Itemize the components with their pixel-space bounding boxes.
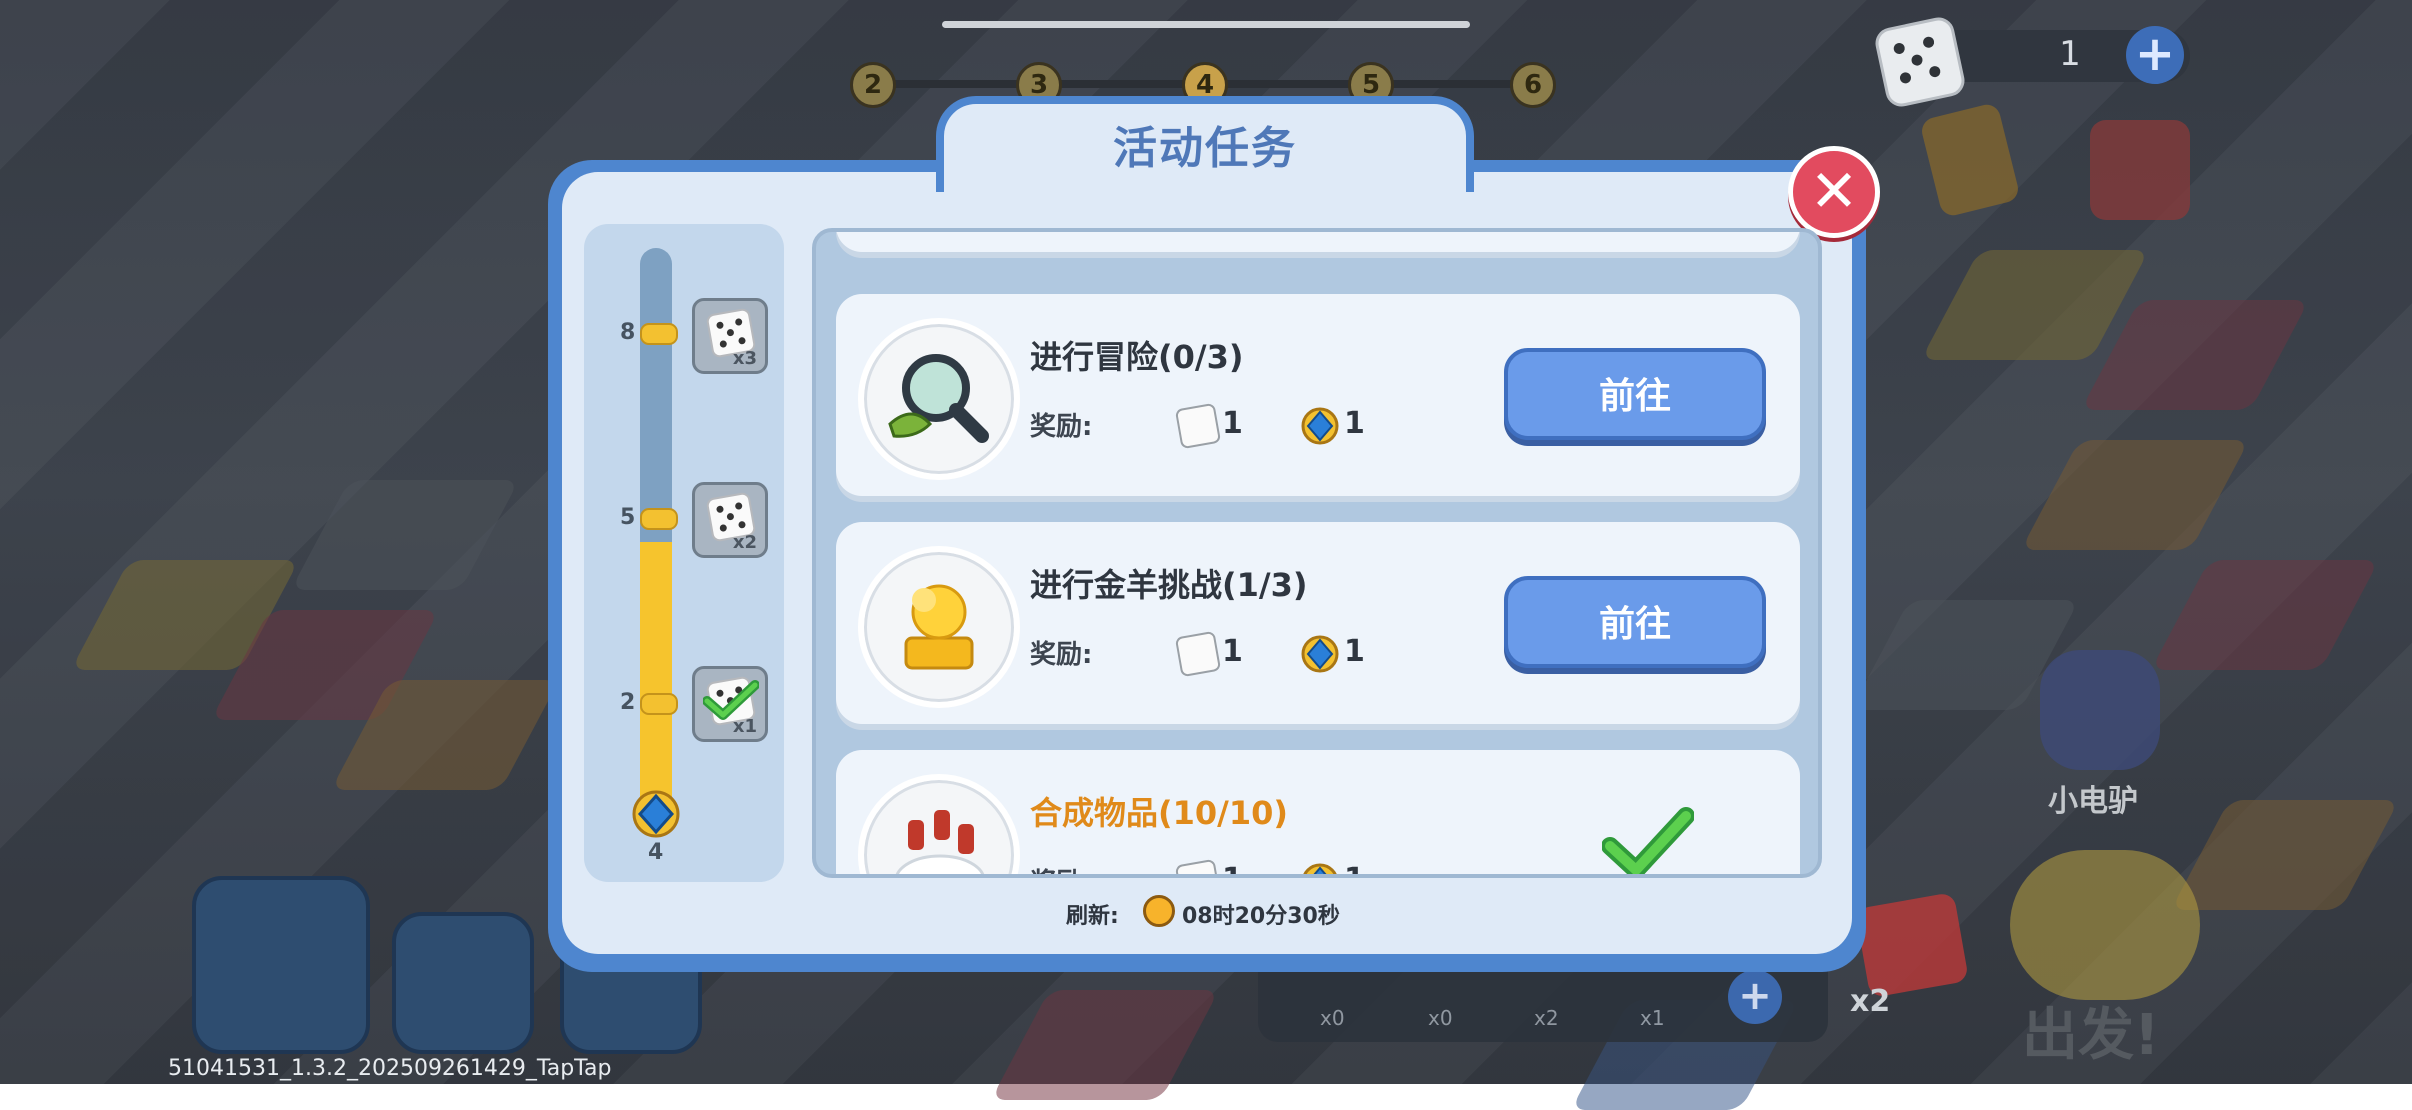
build-version: 51041531_1.3.2_202509261429_TapTap	[168, 1056, 612, 1081]
go-button[interactable]: 前往	[1504, 576, 1766, 668]
clock-icon	[1143, 895, 1175, 927]
milestone-multiplier: x1	[732, 716, 757, 737]
gem-icon	[1303, 863, 1337, 874]
add-item-button[interactable]: +	[1728, 970, 1782, 1024]
progress-bar-fill	[640, 542, 672, 814]
milestone-threshold: 2	[620, 690, 636, 715]
dice-icon	[1872, 14, 1968, 110]
go-button[interactable]: 前往	[1504, 348, 1766, 440]
task-title: 合成物品(10/10)	[1030, 794, 1289, 832]
task-title: 进行金羊挑战(1/3)	[1030, 566, 1308, 604]
gem-reward: 1	[1344, 634, 1365, 669]
track-node: 6	[1510, 62, 1556, 108]
merge-items-icon	[858, 774, 1020, 874]
dice-count: 1	[2059, 34, 2081, 74]
drag-handle[interactable]	[942, 21, 1470, 28]
reward-label: 奖励:	[1030, 412, 1093, 442]
task-card: 进行金羊挑战(1/3) 奖励: 1 1 前往	[836, 522, 1800, 724]
magnifier-icon	[858, 318, 1020, 480]
dice-icon	[1174, 858, 1222, 874]
progress-current: 4	[648, 840, 664, 865]
dice-reward: 1	[1222, 406, 1243, 441]
dice-multiplier: x2	[1850, 984, 1891, 1019]
milestone-marker	[640, 508, 678, 530]
item-count: x0	[1320, 1006, 1345, 1030]
check-icon	[1602, 807, 1694, 874]
gem-icon	[632, 790, 680, 838]
item-count: x2	[1534, 1006, 1559, 1030]
track-node: 2	[850, 62, 896, 108]
task-title: 进行冒险(0/3)	[1030, 338, 1244, 376]
dialog-title: 活动任务	[1113, 123, 1297, 174]
task-list[interactable]: 进行冒险(0/3) 奖励: 1 1 前往 进行金羊挑战(1/3) 奖励: 1 1…	[812, 228, 1822, 878]
roll-button[interactable]	[2010, 850, 2200, 1000]
dice-reward: 1	[1222, 634, 1243, 669]
gem-icon	[1301, 635, 1339, 673]
item-count: x1	[1640, 1006, 1665, 1030]
dice-icon	[1174, 402, 1222, 450]
gem-reward: 1	[1344, 406, 1365, 441]
go-label: 出发!	[2022, 1003, 2160, 1068]
scooter-label: 小电驴	[2048, 784, 2138, 819]
dice-reward: 1	[1222, 862, 1243, 874]
reward-label: 奖励:	[1030, 640, 1093, 670]
milestone-marker	[640, 323, 678, 345]
dice-icon	[1174, 630, 1222, 678]
refresh-label: 刷新:	[1066, 904, 1119, 929]
milestone-reward[interactable]: x3	[692, 298, 768, 374]
milestone-marker	[640, 693, 678, 715]
gem-icon	[1301, 407, 1339, 445]
milestone-reward[interactable]: x2	[692, 482, 768, 558]
milestone-reward: x1	[692, 666, 768, 742]
task-card-partial	[836, 232, 1800, 252]
milestone-multiplier: x2	[732, 532, 757, 553]
milestone-threshold: 8	[620, 320, 636, 345]
scooter-icon[interactable]	[2040, 650, 2160, 770]
milestone-threshold: 5	[620, 505, 636, 530]
item-count: x0	[1428, 1006, 1453, 1030]
golden-sheep-icon	[858, 546, 1020, 708]
gem-reward: 1	[1344, 862, 1365, 874]
close-button[interactable]: ✕	[1788, 146, 1880, 238]
home-button[interactable]	[192, 876, 370, 1054]
task-card: 进行冒险(0/3) 奖励: 1 1 前往	[836, 294, 1800, 496]
task-card: 合成物品(10/10) 奖励: 1 1	[836, 750, 1800, 874]
reward-label: 奖励:	[1030, 862, 1092, 874]
leaderboard-button[interactable]	[392, 912, 534, 1054]
dice-counter: 1 +	[1872, 14, 2200, 110]
milestone-multiplier: x3	[732, 348, 757, 369]
red-dice-icon[interactable]	[1854, 892, 1970, 998]
gift-box-icon[interactable]	[2090, 120, 2190, 220]
refresh-countdown: 08时20分30秒	[1182, 904, 1340, 929]
add-dice-button[interactable]: +	[2126, 26, 2184, 84]
